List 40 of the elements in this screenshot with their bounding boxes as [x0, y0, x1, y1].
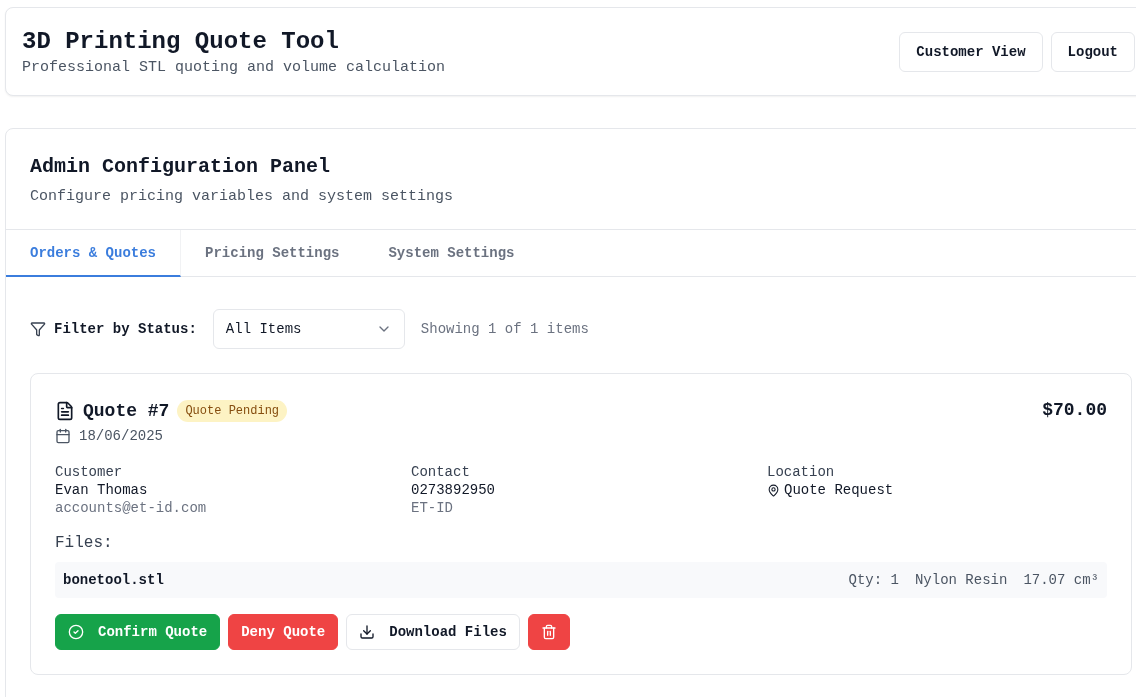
quote-date: 18/06/2025 [79, 428, 163, 444]
file-name: bonetool.stl [63, 572, 164, 588]
download-button[interactable]: Download Files [346, 614, 520, 650]
download-icon [359, 624, 376, 640]
customer-name: Evan Thomas [55, 482, 149, 498]
app-subtitle: Professional STL quoting and volume calculation [22, 58, 446, 76]
file-material: Nylon Resin [914, 572, 1008, 588]
status-select[interactable]: All Items [212, 309, 405, 349]
contact-phone: 0273892950 [411, 482, 496, 498]
file-volume: 17.07 cm³ [1023, 572, 1099, 588]
customer-label: Customer [55, 464, 124, 480]
status-badge: Quote Pending [177, 400, 288, 422]
tab[interactable]: System Settings [364, 230, 540, 277]
panel-subtitle: Configure pricing variables and system settings [30, 188, 455, 205]
tab[interactable]: Orders & Quotes [6, 230, 182, 277]
check-circle-icon [68, 624, 84, 640]
filter-label: Filter by Status: [54, 321, 197, 337]
filter-icon [30, 321, 46, 337]
quote-total: $70.00 [1042, 400, 1107, 420]
location-value: Quote Request [784, 482, 894, 498]
delete-button[interactable] [527, 614, 570, 650]
deny-button[interactable]: Deny Quote [228, 614, 339, 650]
calendar-icon [55, 428, 71, 444]
customer-email: accounts@et-id.com [55, 500, 208, 516]
tab[interactable]: Pricing Settings [181, 230, 365, 277]
file-quantity: Qty: 1 [848, 572, 899, 588]
files-label: Files: [55, 534, 114, 552]
location-label: Location [767, 464, 836, 480]
contact-label: Contact [411, 464, 471, 480]
quote-title: Quote #7 [83, 401, 170, 421]
app-title: 3D Printing Quote Tool [22, 27, 340, 55]
contact-company: ET-ID [411, 500, 454, 516]
header-button[interactable]: Logout [1050, 31, 1135, 72]
trash-icon [540, 624, 557, 640]
panel-title: Admin Configuration Panel [30, 155, 332, 178]
map-pin-icon [767, 483, 780, 497]
confirm-button[interactable]: Confirm Quote [55, 614, 221, 650]
item-count: Showing 1 of 1 items [420, 321, 589, 337]
document-icon [55, 401, 75, 421]
header-button[interactable]: Customer View [899, 31, 1043, 72]
